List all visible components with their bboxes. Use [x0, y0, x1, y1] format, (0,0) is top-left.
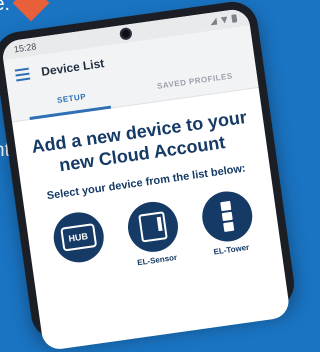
wifi-icon — [220, 16, 228, 24]
orange-chevron-decoration — [12, 0, 50, 22]
device-el-sensor[interactable]: EL-Sensor — [114, 197, 192, 269]
main-content: Add a new device to your new Cloud Accou… — [12, 88, 281, 282]
sensor-icon — [124, 198, 181, 256]
battery-icon — [231, 14, 238, 23]
page-title: Device List — [40, 56, 106, 79]
phone-mockup: 15:28 Device List SETUP SAVED PROFILES A… — [0, 0, 298, 352]
device-list: HUB EL-Sensor EL-Tower — [34, 186, 274, 281]
device-el-tower[interactable]: EL-Tower — [189, 187, 267, 259]
phone-screen: 15:28 Device List SETUP SAVED PROFILES A… — [0, 7, 291, 352]
device-label: EL-Tower — [213, 242, 250, 257]
hamburger-menu-icon[interactable] — [14, 67, 31, 82]
tower-icon — [198, 188, 256, 245]
status-time: 15:28 — [13, 41, 37, 55]
front-camera — [118, 27, 133, 41]
hub-icon: HUB — [49, 209, 107, 266]
system-icons — [209, 14, 238, 26]
device-label: EL-Sensor — [136, 252, 178, 268]
background-text-top: e. — [0, 0, 10, 15]
device-hub[interactable]: HUB — [40, 208, 118, 280]
signal-icon — [210, 18, 218, 26]
hub-icon-text: HUB — [59, 223, 97, 252]
